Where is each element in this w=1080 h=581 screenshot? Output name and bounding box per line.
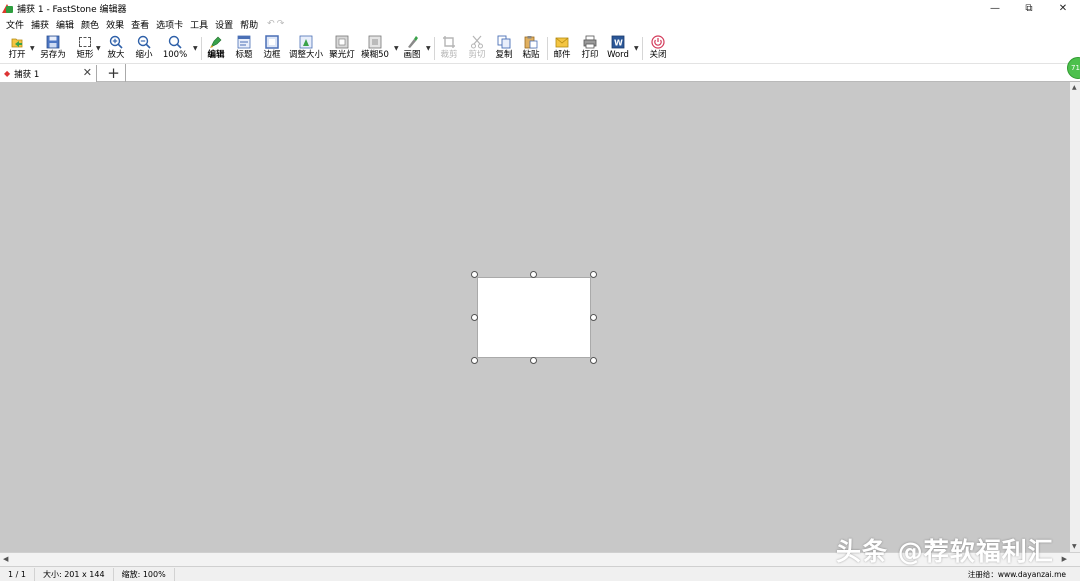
status-page: 1 / 1	[0, 567, 35, 581]
draw-button[interactable]: 画图	[402, 34, 422, 63]
crop-button[interactable]: 裁剪	[439, 34, 459, 63]
resize-handle-bottom[interactable]	[530, 357, 537, 364]
blur-icon	[368, 35, 382, 49]
zoom-dropdown-icon[interactable]: ▼	[193, 45, 198, 52]
border-icon	[265, 35, 279, 49]
print-button[interactable]: 打印	[580, 34, 600, 63]
save-icon	[46, 35, 60, 49]
close-button[interactable]: 关闭	[648, 34, 668, 63]
word-button[interactable]: W Word	[606, 34, 630, 63]
toolbar-separator	[547, 37, 548, 60]
window-title: 捕获 1 - FastStone 编辑器	[17, 4, 127, 15]
rect-dropdown-icon[interactable]: ▼	[96, 45, 101, 52]
scroll-left-icon[interactable]: ◀	[3, 555, 8, 563]
blur-dropdown-icon[interactable]: ▼	[394, 45, 399, 52]
cut-button[interactable]: 剪切	[467, 34, 487, 63]
minimize-button[interactable]: —	[978, 0, 1012, 16]
spotlight-button[interactable]: 聚光灯	[329, 34, 355, 63]
status-zoom: 缩放: 100%	[114, 567, 175, 581]
scroll-right-icon[interactable]: ▶	[1062, 555, 1067, 563]
save-as-button[interactable]: 另存为	[38, 34, 68, 63]
power-icon	[651, 35, 665, 49]
copy-button[interactable]: 复制	[494, 34, 514, 63]
toolbar-separator	[201, 37, 202, 60]
edit-button[interactable]: 编辑	[206, 34, 226, 63]
menu-effects[interactable]: 效果	[106, 18, 124, 31]
rect-select-button[interactable]: 矩形	[75, 34, 95, 63]
menu-settings[interactable]: 设置	[215, 18, 233, 31]
edit-paint-icon	[209, 35, 223, 49]
caption-icon	[237, 35, 251, 49]
resize-handle-bottom-left[interactable]	[471, 357, 478, 364]
rectangle-select-icon	[78, 35, 92, 49]
tab-capture-1[interactable]: ◆ 捕获 1 ✕	[0, 65, 97, 82]
resize-handle-top-left[interactable]	[471, 271, 478, 278]
paste-clipboard-icon	[524, 35, 538, 49]
zoom-in-icon	[109, 35, 123, 49]
menu-color[interactable]: 颜色	[81, 18, 99, 31]
watermark-text: 头条 @荐软福利汇	[836, 537, 1054, 566]
email-button[interactable]: 邮件	[552, 34, 572, 63]
menu-view[interactable]: 查看	[131, 18, 149, 31]
captured-image[interactable]	[477, 277, 591, 358]
mail-icon	[555, 35, 569, 49]
title-bar: 捕获 1 - FastStone 编辑器 — ⧉ ✕	[0, 0, 1080, 16]
zoom-out-button[interactable]: 缩小	[134, 34, 154, 63]
tab-bar: ◆ 捕获 1 ✕ +	[0, 64, 1080, 82]
open-button[interactable]: 打开	[6, 34, 28, 63]
undo-icon[interactable]: ↶	[267, 19, 275, 29]
open-icon	[10, 35, 24, 49]
paste-button[interactable]: 粘贴	[521, 34, 541, 63]
tab-label: 捕获 1	[14, 69, 40, 80]
status-registered: 注册给：www.dayanzai.me	[967, 570, 1066, 579]
status-size: 大小: 201 x 144	[35, 567, 114, 581]
new-tab-button[interactable]: +	[102, 64, 126, 82]
resize-handle-right[interactable]	[590, 314, 597, 321]
tab-modified-icon: ◆	[4, 69, 11, 78]
resize-button[interactable]: 调整大小	[288, 34, 324, 63]
resize-icon	[299, 35, 313, 49]
spotlight-icon	[335, 35, 349, 49]
tab-close-icon[interactable]: ✕	[83, 66, 92, 79]
word-dropdown-icon[interactable]: ▼	[634, 45, 639, 52]
zoom-actual-icon	[168, 35, 182, 49]
scroll-down-icon[interactable]: ▼	[1072, 543, 1077, 550]
menu-help[interactable]: 帮助	[240, 18, 258, 31]
toolbar: 打开 ▼ 另存为 矩形 ▼ 放大 缩小 100% ▼ 编辑 标题 边框 调整大小…	[0, 32, 1080, 64]
open-dropdown-icon[interactable]: ▼	[30, 45, 35, 52]
resize-handle-top-right[interactable]	[590, 271, 597, 278]
svg-text:W: W	[614, 39, 623, 48]
blur-button[interactable]: 模糊50	[360, 34, 390, 63]
draw-dropdown-icon[interactable]: ▼	[426, 45, 431, 52]
menu-tools[interactable]: 工具	[190, 18, 208, 31]
scissors-icon	[470, 35, 484, 49]
close-window-button[interactable]: ✕	[1046, 0, 1080, 16]
resize-handle-bottom-right[interactable]	[590, 357, 597, 364]
menu-bar: 文件 捕获 编辑 颜色 效果 查看 选项卡 工具 设置 帮助 ↶ ↷	[0, 16, 1080, 32]
zoom-in-button[interactable]: 放大	[106, 34, 126, 63]
caption-button[interactable]: 标题	[234, 34, 254, 63]
menu-edit[interactable]: 编辑	[56, 18, 74, 31]
vertical-scrollbar[interactable]: ▲ ▼	[1070, 82, 1080, 552]
toolbar-separator	[642, 37, 643, 60]
printer-icon	[583, 35, 597, 49]
menu-tabs[interactable]: 选项卡	[156, 18, 183, 31]
app-logo-icon	[2, 2, 14, 14]
zoom-out-icon	[137, 35, 151, 49]
copy-icon	[497, 35, 511, 49]
toolbar-separator	[434, 37, 435, 60]
crop-icon	[442, 35, 456, 49]
restore-button[interactable]: ⧉	[1012, 0, 1046, 16]
menu-capture[interactable]: 捕获	[31, 18, 49, 31]
menu-file[interactable]: 文件	[6, 18, 24, 31]
border-button[interactable]: 边框	[262, 34, 282, 63]
draw-brush-icon	[405, 35, 419, 49]
status-bar: 1 / 1 大小: 201 x 144 缩放: 100% 注册给：www.day…	[0, 566, 1080, 581]
resize-handle-left[interactable]	[471, 314, 478, 321]
zoom-100-button[interactable]: 100%	[163, 34, 187, 63]
redo-icon[interactable]: ↷	[277, 19, 285, 29]
word-icon: W	[611, 35, 625, 49]
resize-handle-top[interactable]	[530, 271, 537, 278]
scroll-up-icon[interactable]: ▲	[1072, 84, 1077, 91]
